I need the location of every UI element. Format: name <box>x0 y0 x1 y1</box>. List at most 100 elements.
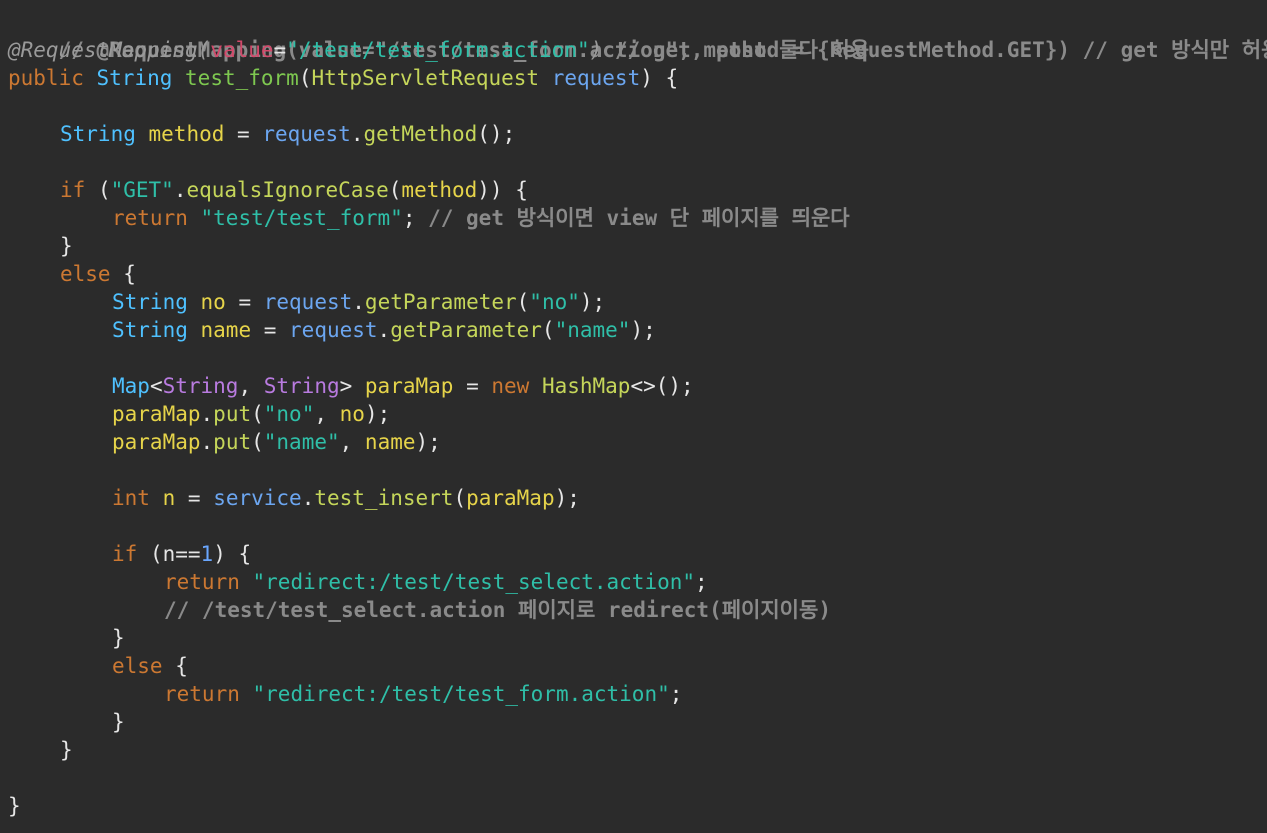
variable: paraMap <box>364 374 454 398</box>
punctuation: . <box>200 430 214 454</box>
punctuation: , <box>314 402 340 426</box>
string-literal: "test/test_form" <box>200 206 403 230</box>
punctuation: ( <box>251 430 264 454</box>
code-line-25: return "redirect:/test/test_form.action"… <box>164 680 682 708</box>
brace: } <box>8 794 21 818</box>
code-line-20: if (n==1) { <box>112 540 251 568</box>
variable: request <box>289 318 378 342</box>
code-editor[interactable]: // @RequestMapping(value="/test/test_for… <box>0 0 1267 833</box>
string-literal: "no" <box>529 290 580 314</box>
punctuation: . <box>352 290 365 314</box>
variable: method <box>401 178 478 202</box>
comment: // get 방식이면 view 단 페이지를 띄운다 <box>415 206 850 230</box>
method-call: equalsIgnoreCase <box>186 178 389 202</box>
punctuation: (); <box>477 122 516 146</box>
parameter: request <box>551 66 641 90</box>
punctuation: ); <box>415 430 441 454</box>
type: String <box>112 290 188 314</box>
type: String <box>112 318 188 342</box>
keyword: return <box>164 682 240 706</box>
punctuation: . <box>173 178 187 202</box>
keyword: if <box>60 178 86 202</box>
string-literal: "/test/test_form.action" <box>286 38 590 62</box>
punctuation: ( <box>85 178 111 202</box>
keyword: else <box>60 262 111 286</box>
variable: service <box>213 486 302 510</box>
class-name: HashMap <box>541 374 631 398</box>
code-line-10: else { <box>60 260 136 288</box>
punctuation: ( <box>453 486 467 510</box>
keyword: return <box>164 570 240 594</box>
code-line-3: public String test_form(HttpServletReque… <box>8 64 678 92</box>
brace: } <box>112 626 125 650</box>
brace: } <box>112 710 125 734</box>
variable: no <box>200 290 226 314</box>
type: Map <box>112 374 150 398</box>
punctuation: ; <box>669 682 683 706</box>
punctuation: ( <box>541 318 555 342</box>
punctuation: ( <box>388 178 402 202</box>
code-line-23: } <box>112 624 125 652</box>
method-call: put <box>213 402 252 426</box>
punctuation: , <box>238 374 264 398</box>
variable: paraMap <box>112 430 201 454</box>
variable: no <box>339 402 365 426</box>
variable: request <box>262 122 351 146</box>
annotation-close: ) <box>589 38 603 62</box>
keyword: if <box>112 542 138 566</box>
method-call: put <box>213 430 252 454</box>
code-line-11: String no = request.getParameter("no"); <box>112 288 605 316</box>
punctuation: ; <box>695 570 708 594</box>
operator: = <box>251 318 290 342</box>
code-line-27: } <box>60 736 73 764</box>
operator: = <box>175 486 214 510</box>
code-line-2: @RequestMapping(value="/test/test_form.a… <box>8 36 869 64</box>
code-line-7: if ("GET".equalsIgnoreCase(method)) { <box>60 176 528 204</box>
method-call: getParameter <box>364 290 517 314</box>
keyword: public <box>8 66 84 90</box>
operator: == <box>175 542 201 566</box>
brace: { <box>162 654 188 678</box>
code-line-14: Map<String, String> paraMap = new HashMa… <box>112 372 694 400</box>
operator: = <box>273 38 287 62</box>
keyword: new <box>491 374 530 398</box>
method-call: test_insert <box>314 486 454 510</box>
method-name: test_form <box>185 66 299 90</box>
keyword: else <box>112 654 163 678</box>
type-argument: String <box>162 374 239 398</box>
code-line-16: paraMap.put("name", name); <box>112 428 441 456</box>
code-line-15: paraMap.put("no", no); <box>112 400 390 428</box>
comment: // /test/test_select.action 페이지로 redirec… <box>164 598 831 622</box>
annotation: @RequestMapping( <box>8 38 211 62</box>
code-line-24: else { <box>112 652 188 680</box>
variable: n <box>162 542 176 566</box>
string-literal: "redirect:/test/test_form.action" <box>252 682 670 706</box>
punctuation: ( <box>137 542 163 566</box>
punctuation: . <box>350 122 364 146</box>
variable: paraMap <box>466 486 555 510</box>
punctuation: . <box>200 402 214 426</box>
punctuation: )) { <box>477 178 528 202</box>
keyword: int <box>112 486 150 510</box>
brace: } <box>60 738 73 762</box>
operator: = <box>225 290 264 314</box>
type: String <box>96 66 173 90</box>
punctuation: ) { <box>640 66 679 90</box>
variable: name <box>364 430 416 454</box>
punctuation: ( <box>251 402 264 426</box>
code-line-8: return "test/test_form"; // get 방식이면 vie… <box>112 204 850 232</box>
punctuation: . <box>301 486 315 510</box>
brace: } <box>60 234 73 258</box>
code-line-26: } <box>112 708 125 736</box>
method-call: getMethod <box>363 122 478 146</box>
string-literal: "redirect:/test/test_select.action" <box>252 570 696 594</box>
punctuation: ; <box>402 206 416 230</box>
operator: = <box>453 374 492 398</box>
code-line-29: } <box>8 792 21 820</box>
brace: { <box>110 262 136 286</box>
punctuation: < <box>149 374 163 398</box>
variable: name <box>200 318 252 342</box>
code-line-12: String name = request.getParameter("name… <box>112 316 656 344</box>
code-line-21: return "redirect:/test/test_select.actio… <box>164 568 708 596</box>
variable: method <box>148 122 225 146</box>
